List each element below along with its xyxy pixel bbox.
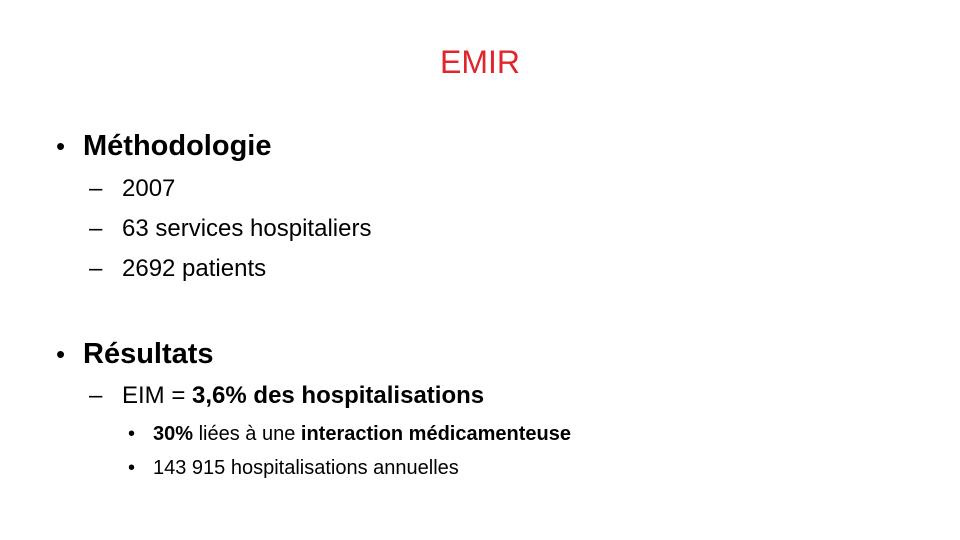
list-item-bold: 3,6% des hospitalisations — [192, 382, 485, 409]
list-item-text: 2692 patients — [122, 255, 267, 282]
bullet-icon: • — [128, 423, 136, 445]
sub-item-bold-end: interaction médicamenteuse — [300, 423, 571, 445]
section-heading-label: Méthodologie — [83, 130, 272, 162]
bullet-icon: • — [56, 131, 66, 161]
dash-icon: – — [89, 255, 103, 282]
slide: EMIR • Méthodologie – 2007 – 63 services… — [0, 0, 960, 540]
list-item: – 63 services hospitaliers — [89, 214, 372, 244]
sub-list-item: • 143 915 hospitalisations annuelles — [128, 455, 459, 481]
dash-icon: – — [89, 382, 103, 409]
sub-list-item: • 30% liées à une interaction médicament… — [128, 421, 571, 447]
slide-title: EMIR — [440, 44, 520, 80]
list-item-text: 2007 — [122, 175, 176, 202]
bullet-icon: • — [56, 339, 66, 369]
bullet-icon: • — [128, 457, 136, 479]
list-item-prefix: EIM = — [122, 382, 193, 409]
list-item: – 2007 — [89, 174, 176, 204]
list-item-text: 63 services hospitaliers — [122, 215, 372, 242]
sub-item-bold-start: 30% — [153, 423, 194, 445]
sub-item-text: 143 915 hospitalisations annuelles — [153, 457, 459, 479]
section-heading-label: Résultats — [83, 338, 214, 370]
list-item: – 2692 patients — [89, 254, 267, 284]
dash-icon: – — [89, 215, 103, 242]
section-heading-methodologie: • Méthodologie — [56, 129, 272, 163]
sub-item-middle: liées à une — [193, 423, 301, 445]
section-heading-resultats: • Résultats — [56, 337, 214, 371]
dash-icon: – — [89, 175, 103, 202]
list-item: – EIM = 3,6% des hospitalisations — [89, 381, 485, 411]
